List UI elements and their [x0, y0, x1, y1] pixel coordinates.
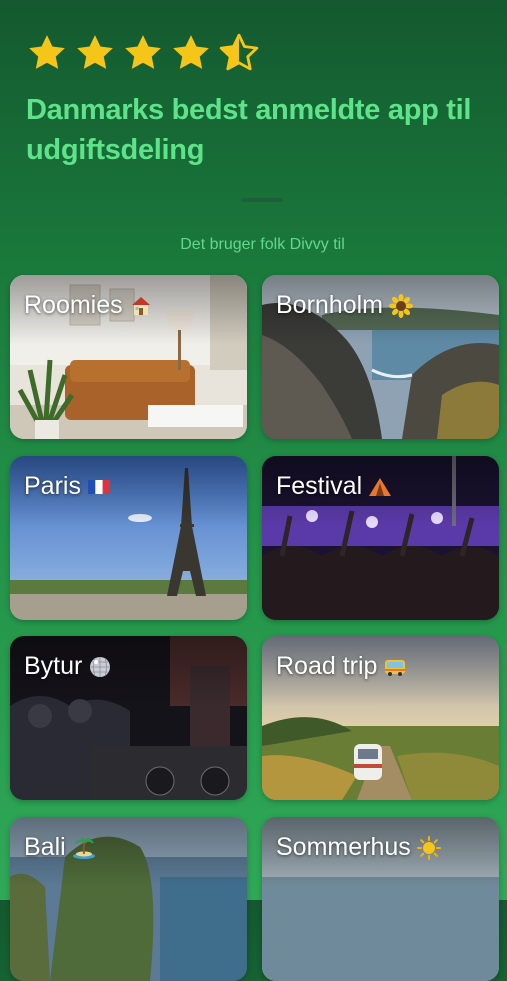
category-card-sommerhus[interactable]: Sommerhus [262, 817, 499, 981]
card-label: Roomies [24, 291, 123, 319]
disco-ball-icon [90, 656, 111, 677]
category-card-bytur[interactable]: Bytur [10, 636, 247, 800]
card-label: Bali [24, 833, 66, 861]
category-grid: Roomies Bornholm Paris Festival Bytur Ro… [0, 0, 507, 981]
france-flag-icon [87, 479, 110, 494]
sunflower-icon [389, 293, 413, 318]
card-label: Bytur [24, 652, 83, 680]
bus-icon [385, 659, 406, 676]
card-label: Bornholm [276, 291, 383, 319]
category-card-paris[interactable]: Paris [10, 456, 247, 620]
category-card-roomies[interactable]: Roomies [10, 275, 247, 439]
sun-icon [416, 835, 441, 860]
house-icon [131, 296, 150, 315]
island-icon [72, 836, 95, 859]
category-card-bali[interactable]: Bali [10, 817, 247, 981]
card-label: Festival [276, 472, 363, 500]
card-label: Paris [24, 472, 81, 500]
card-label: Road trip [276, 652, 378, 680]
category-card-bornholm[interactable]: Bornholm [262, 275, 499, 439]
category-card-road-trip[interactable]: Road trip [262, 636, 499, 800]
category-card-festival[interactable]: Festival [262, 456, 499, 620]
tent-icon [369, 477, 392, 496]
card-label: Sommerhus [276, 833, 411, 861]
